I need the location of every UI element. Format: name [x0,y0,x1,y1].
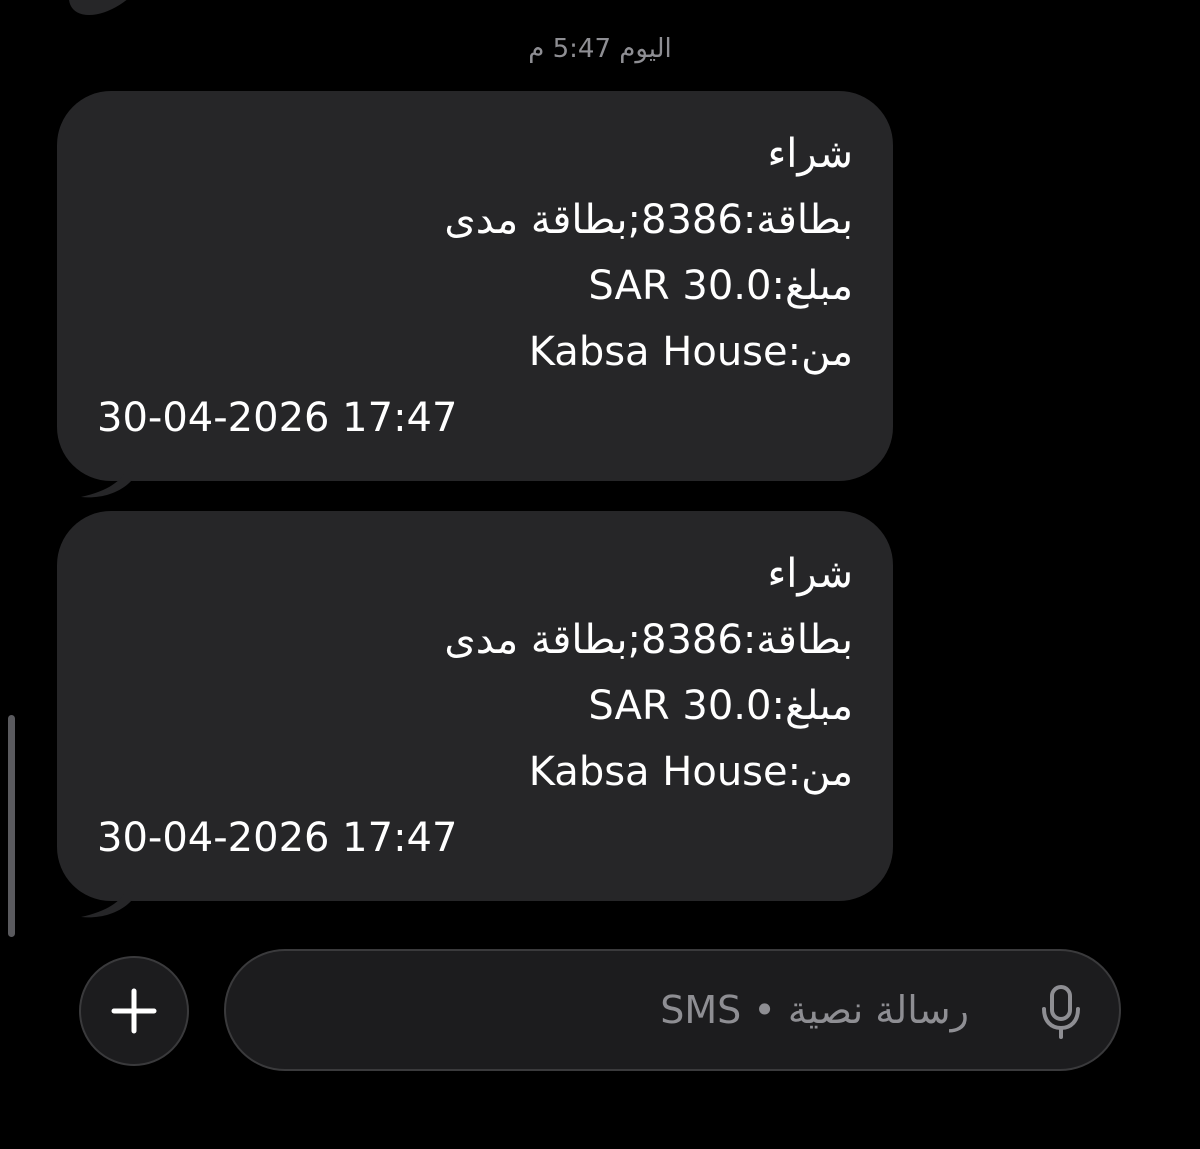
previous-message-bubble-edge [54,0,156,15]
add-attachment-button[interactable] [79,956,189,1066]
message-line: من:Kabsa House [528,749,853,795]
message-line: مبلغ:SAR 30.0 [588,683,853,729]
microphone-icon[interactable] [1041,985,1081,1039]
message-line: شراء [767,551,853,597]
bubble-tail [81,455,133,498]
message-bubble[interactable]: شراء بطاقة:8386;بطاقة مدى مبلغ:SAR 30.0 … [57,91,893,498]
message-input[interactable]: رسالة نصية • SMS [224,949,1121,1071]
message-bubble[interactable]: شراء بطاقة:8386;بطاقة مدى مبلغ:SAR 30.0 … [57,511,893,918]
message-datetime: 30-04-2026 17:47 [97,815,458,861]
message-line: بطاقة:8386;بطاقة مدى [444,197,853,243]
conversation-timestamp: اليوم 5:47 م [528,34,672,64]
message-line: بطاقة:8386;بطاقة مدى [444,617,853,663]
scrollbar[interactable] [8,715,15,937]
plus-icon [111,988,157,1034]
message-line: مبلغ:SAR 30.0 [588,263,853,309]
bubble-tail [81,875,133,918]
message-line: شراء [767,131,853,177]
message-datetime: 30-04-2026 17:47 [97,395,458,441]
message-line: من:Kabsa House [528,329,853,375]
message-input-placeholder: رسالة نصية • SMS [660,988,969,1032]
